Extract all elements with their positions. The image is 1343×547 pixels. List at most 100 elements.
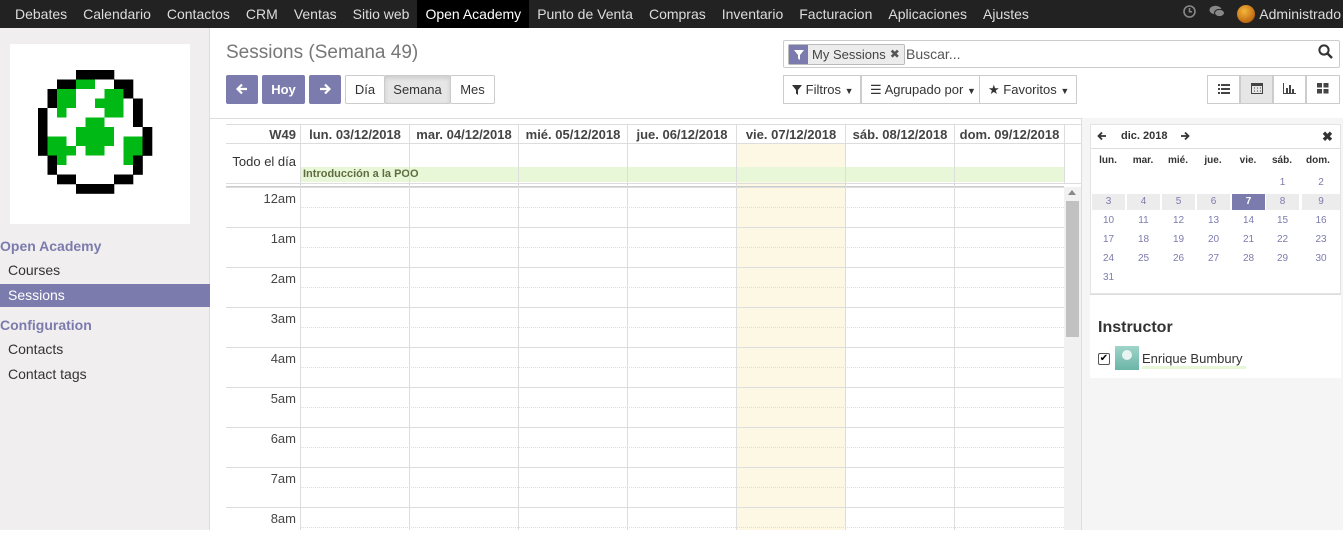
datepicker-day[interactable]: 10 — [1092, 213, 1125, 229]
clock-icon[interactable] — [1175, 0, 1203, 28]
prev-month-icon[interactable] — [1097, 125, 1107, 148]
datepicker-day[interactable]: 4 — [1127, 194, 1160, 210]
search-input[interactable] — [906, 44, 1306, 64]
menu-compras[interactable]: Compras — [641, 0, 714, 28]
sidebar-item-contact-tags[interactable]: Contact tags — [0, 363, 210, 386]
datepicker-day[interactable]: 22 — [1266, 232, 1299, 248]
list-view-button[interactable] — [1207, 75, 1240, 104]
calendar-event[interactable]: Introducción a la POO — [301, 167, 1064, 182]
datepicker-day[interactable]: 24 — [1092, 251, 1125, 267]
datepicker-day[interactable]: 15 — [1266, 213, 1299, 229]
sidebar-section-open-academy[interactable]: Open Academy — [0, 238, 101, 254]
datepicker-day[interactable]: 16 — [1302, 213, 1340, 229]
datepicker-day[interactable]: 25 — [1127, 251, 1160, 267]
datepicker-day[interactable]: 26 — [1162, 251, 1195, 267]
graph-view-button[interactable] — [1273, 75, 1306, 104]
datepicker-day[interactable]: 30 — [1302, 251, 1340, 267]
sidebar-item-sessions[interactable]: Sessions — [0, 284, 210, 307]
datepicker-day[interactable]: 31 — [1092, 270, 1125, 286]
menu-punto-de-venta[interactable]: Punto de Venta — [529, 0, 641, 28]
menu-sitio-web[interactable]: Sitio web — [345, 0, 418, 28]
day-header[interactable]: dom. 09/12/2018 — [954, 125, 1064, 144]
filters-dropdown[interactable]: Filtros ▼ — [783, 75, 861, 104]
datepicker-title[interactable]: dic. 2018 — [1121, 125, 1167, 148]
menu-open-academy[interactable]: Open Academy — [417, 0, 530, 28]
day-header[interactable]: jue. 06/12/2018 — [627, 125, 736, 144]
all-day-row[interactable]: Todo el día Introducción a la POO — [226, 144, 1081, 184]
col-line — [300, 144, 301, 530]
datepicker-day[interactable]: 27 — [1197, 251, 1230, 267]
datepicker-day[interactable]: 1 — [1266, 175, 1299, 191]
sidebar-item-contacts[interactable]: Contacts — [0, 338, 210, 361]
calendar-scrollbar[interactable] — [1064, 187, 1081, 530]
day-header[interactable]: mar. 04/12/2018 — [409, 125, 518, 144]
pivot-view-button[interactable] — [1306, 75, 1340, 104]
hour-row[interactable]: 7am — [226, 467, 1064, 507]
groupby-dropdown[interactable]: ☰ Agrupado por ▼ — [861, 75, 980, 104]
next-week-button[interactable] — [309, 75, 341, 104]
today-button[interactable]: Hoy — [262, 75, 305, 104]
datepicker-day[interactable]: 19 — [1162, 232, 1195, 248]
menu-inventario[interactable]: Inventario — [714, 0, 791, 28]
calendar-view-button[interactable] — [1240, 75, 1273, 104]
weekday-label: lun. — [1099, 155, 1117, 166]
search-icon[interactable] — [1315, 44, 1335, 64]
user-menu[interactable]: Administrado — [1231, 5, 1343, 23]
instructor-checkbox[interactable]: ✔ — [1098, 353, 1110, 365]
day-header[interactable]: sáb. 08/12/2018 — [845, 125, 954, 144]
datepicker-day[interactable]: 6 — [1197, 194, 1230, 210]
datepicker-day[interactable]: 8 — [1266, 194, 1299, 210]
facet-remove-icon[interactable]: ✖ — [889, 45, 904, 64]
hour-row[interactable]: 3am — [226, 307, 1064, 347]
menu-ajustes[interactable]: Ajustes — [975, 0, 1037, 28]
day-header[interactable]: mié. 05/12/2018 — [518, 125, 627, 144]
sidebar-item-courses[interactable]: Courses — [0, 259, 210, 282]
search-facet[interactable]: My Sessions ✖ — [788, 44, 905, 65]
datepicker-day[interactable]: 13 — [1197, 213, 1230, 229]
hour-row[interactable]: 8am — [226, 507, 1064, 547]
datepicker-day[interactable]: 21 — [1232, 232, 1265, 248]
scale-week-button[interactable]: Semana — [384, 75, 451, 104]
scrollbar-thumb[interactable] — [1066, 201, 1079, 337]
scale-day-button[interactable]: Día — [345, 75, 385, 104]
menu-debates[interactable]: Debates — [7, 0, 75, 28]
prev-week-button[interactable] — [226, 75, 258, 104]
hour-row[interactable]: 4am — [226, 347, 1064, 387]
chat-icon[interactable] — [1203, 0, 1231, 28]
datepicker-day[interactable]: 3 — [1092, 194, 1125, 210]
datepicker-day[interactable]: 17 — [1092, 232, 1125, 248]
datepicker-day[interactable]: 18 — [1127, 232, 1160, 248]
datepicker-day[interactable]: 5 — [1162, 194, 1195, 210]
hour-row[interactable]: 6am — [226, 427, 1064, 467]
datepicker-day[interactable]: 7 — [1232, 194, 1265, 210]
menu-contactos[interactable]: Contactos — [159, 0, 238, 28]
menu-facturacion[interactable]: Facturacion — [791, 0, 880, 28]
datepicker-day[interactable]: 20 — [1197, 232, 1230, 248]
hour-row[interactable]: 1am — [226, 227, 1064, 267]
menu-aplicaciones[interactable]: Aplicaciones — [880, 0, 975, 28]
menu-calendario[interactable]: Calendario — [75, 0, 159, 28]
scale-month-button[interactable]: Mes — [450, 75, 495, 104]
day-header[interactable]: lun. 03/12/2018 — [300, 125, 409, 144]
groupby-label: Agrupado por — [884, 82, 964, 97]
menu-ventas[interactable]: Ventas — [286, 0, 345, 28]
hour-row[interactable]: 5am — [226, 387, 1064, 427]
datepicker-day[interactable]: 2 — [1302, 175, 1340, 191]
hour-row[interactable]: 12am — [226, 187, 1064, 227]
favorites-dropdown[interactable]: ★ Favoritos ▼ — [979, 75, 1077, 104]
datepicker-day[interactable]: 28 — [1232, 251, 1265, 267]
datepicker-day[interactable]: 9 — [1302, 194, 1340, 210]
hour-row[interactable]: 2am — [226, 267, 1064, 307]
day-header[interactable]: vie. 07/12/2018 — [736, 125, 845, 144]
next-month-icon[interactable] — [1180, 125, 1190, 148]
datepicker-day[interactable]: 14 — [1232, 213, 1265, 229]
close-icon[interactable]: ✖ — [1322, 125, 1333, 148]
scroll-up-icon[interactable] — [1068, 190, 1076, 195]
datepicker-day[interactable]: 29 — [1266, 251, 1299, 267]
datepicker-day[interactable]: 11 — [1127, 213, 1160, 229]
user-name: Administrado — [1259, 6, 1341, 22]
datepicker-day[interactable]: 12 — [1162, 213, 1195, 229]
menu-crm[interactable]: CRM — [238, 0, 286, 28]
sidebar-section-configuration[interactable]: Configuration — [0, 317, 92, 333]
datepicker-day[interactable]: 23 — [1302, 232, 1340, 248]
